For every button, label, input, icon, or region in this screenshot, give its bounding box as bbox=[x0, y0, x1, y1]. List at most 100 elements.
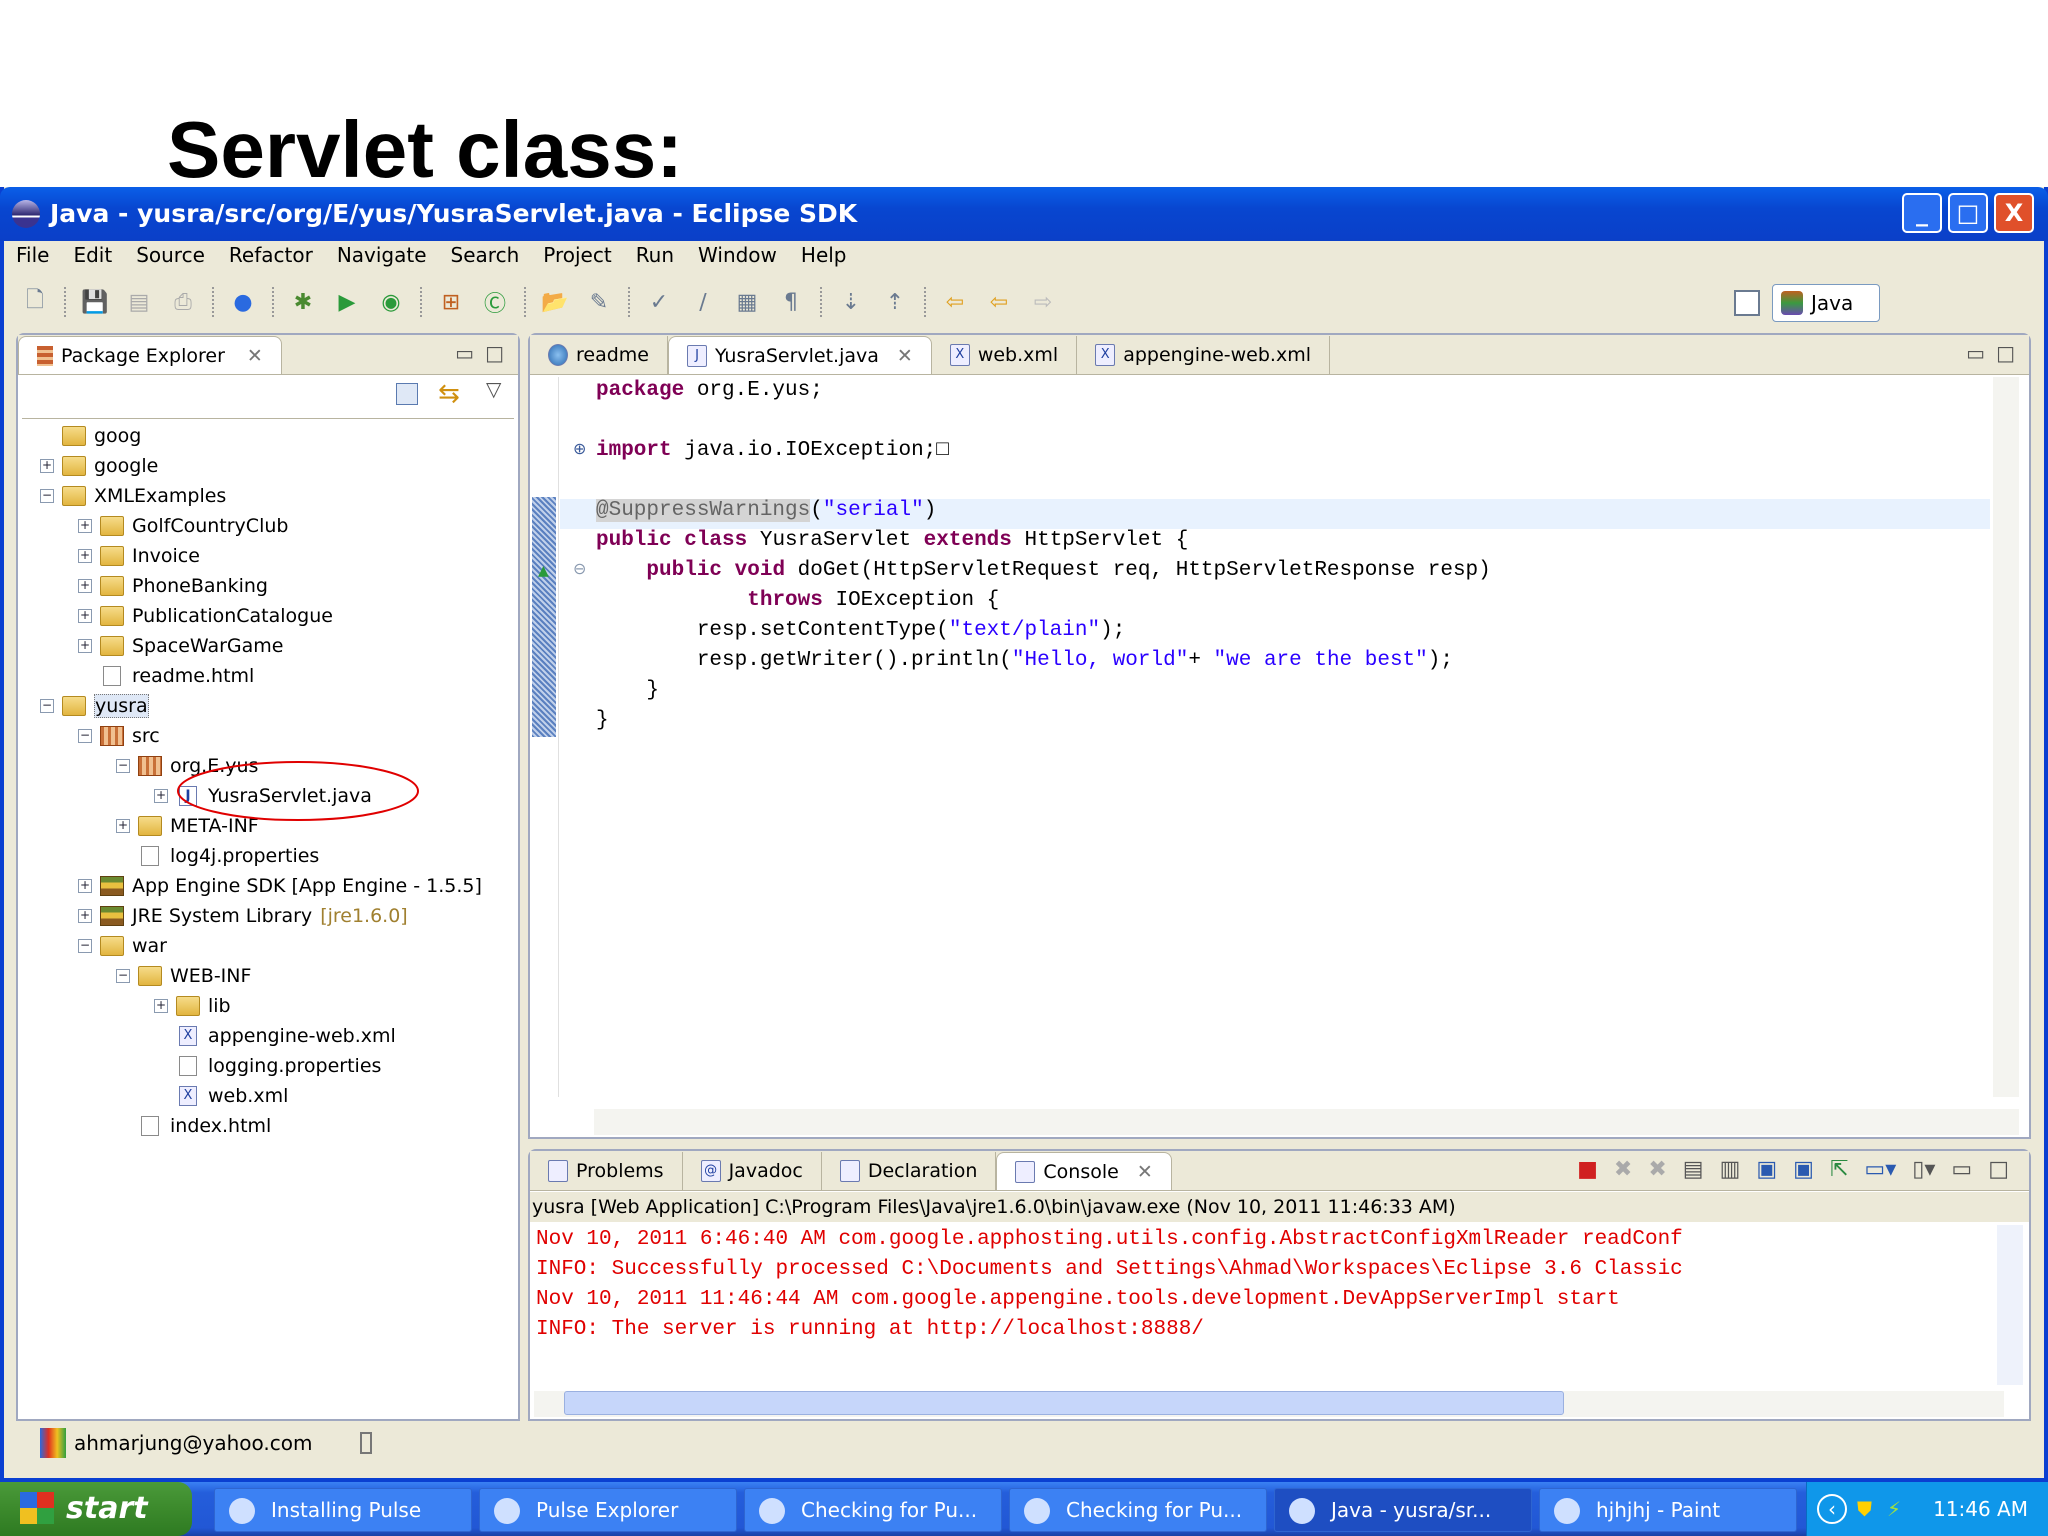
expand-icon[interactable]: + bbox=[116, 819, 130, 833]
tree-item[interactable]: + Invoice bbox=[78, 541, 200, 571]
menu-search[interactable]: Search bbox=[439, 241, 532, 271]
account-label[interactable]: ahmarjung@yahoo.com bbox=[74, 1431, 312, 1455]
search-icon[interactable]: ✎ bbox=[584, 287, 614, 317]
tab-javadoc[interactable]: @ Javadoc bbox=[683, 1152, 822, 1190]
collapse-icon[interactable]: − bbox=[78, 729, 92, 743]
expand-icon[interactable]: + bbox=[78, 909, 92, 923]
save-all-icon[interactable]: ▤ bbox=[124, 287, 154, 317]
maximize-button[interactable]: □ bbox=[1948, 193, 1988, 233]
collapse-fold-icon[interactable]: ⊖ bbox=[573, 559, 586, 578]
expand-icon[interactable]: + bbox=[78, 879, 92, 893]
tree-item[interactable]: + SpaceWarGame bbox=[78, 631, 284, 661]
console-horizontal-scrollbar[interactable] bbox=[534, 1391, 2004, 1417]
minimize-button[interactable]: _ bbox=[1902, 193, 1942, 233]
tree-item[interactable]: logging.properties bbox=[154, 1051, 381, 1081]
menu-project[interactable]: Project bbox=[531, 241, 623, 271]
scroll-lock-icon[interactable]: ▥ bbox=[1720, 1157, 1741, 1182]
editor-horizontal-scrollbar[interactable] bbox=[594, 1109, 2019, 1135]
next-annotation-icon[interactable]: ⇣ bbox=[836, 287, 866, 317]
clear-console-icon[interactable]: ▤ bbox=[1683, 1157, 1704, 1182]
minimize-editor-icon[interactable]: ▭ bbox=[1966, 341, 1985, 365]
open-console-icon[interactable]: ▯▾ bbox=[1912, 1157, 1935, 1182]
editor-vertical-scrollbar[interactable] bbox=[1993, 377, 2019, 1097]
network-icon[interactable]: ⚡ bbox=[1887, 1482, 1901, 1536]
tab-appengine-web-xml[interactable]: Xappengine-web.xml bbox=[1077, 336, 1330, 374]
show-on-error-icon[interactable]: ▣ bbox=[1793, 1157, 1814, 1182]
tree-item[interactable]: + GolfCountryClub bbox=[78, 511, 288, 541]
last-edit-icon[interactable]: ⇦ bbox=[940, 287, 970, 317]
expand-icon[interactable]: + bbox=[78, 639, 92, 653]
print-icon[interactable]: ⎙ bbox=[168, 287, 198, 317]
display-console-icon[interactable]: ▭▾ bbox=[1864, 1157, 1896, 1182]
tab-problems[interactable]: Problems bbox=[530, 1152, 683, 1190]
fast-view-icon[interactable] bbox=[360, 1432, 373, 1454]
menu-navigate[interactable]: Navigate bbox=[325, 241, 439, 271]
tree-item[interactable]: − yusra bbox=[40, 691, 149, 721]
menu-refactor[interactable]: Refactor bbox=[217, 241, 325, 271]
java-perspective-button[interactable]: Java bbox=[1772, 284, 1880, 322]
close-tab-icon[interactable]: ✕ bbox=[897, 345, 913, 367]
tree-item[interactable]: goog bbox=[40, 421, 141, 451]
back-icon[interactable]: ⇦ bbox=[984, 287, 1014, 317]
show-hidden-icons-button[interactable]: ‹ bbox=[1817, 1494, 1847, 1524]
menu-edit[interactable]: Edit bbox=[61, 241, 124, 271]
tab-yusraservlet-java[interactable]: J YusraServlet.java ✕ bbox=[668, 336, 932, 374]
tree-item[interactable]: readme.html bbox=[78, 661, 254, 691]
tree-item[interactable]: + App Engine SDK [App Engine - 1.5.5] bbox=[78, 871, 482, 901]
block-select-icon[interactable]: ▦ bbox=[732, 287, 762, 317]
tab-declaration[interactable]: Declaration bbox=[822, 1152, 997, 1190]
minimize-console-icon[interactable]: ▭ bbox=[1951, 1157, 1972, 1182]
maximize-console-icon[interactable]: □ bbox=[1988, 1157, 2009, 1182]
external-tools-icon[interactable]: ◉ bbox=[376, 287, 406, 317]
tree-item[interactable]: + J YusraServlet.java bbox=[154, 781, 372, 811]
tree-item[interactable]: + META-INF bbox=[116, 811, 259, 841]
collapse-icon[interactable]: − bbox=[40, 699, 54, 713]
run-icon[interactable]: ▶ bbox=[332, 287, 362, 317]
tree-item[interactable]: + JRE System Library [jre1.6.0] bbox=[78, 901, 408, 931]
new-wizard-icon[interactable]: 🗋 bbox=[20, 287, 50, 317]
taskbar-button[interactable]: Checking for Pu... bbox=[744, 1488, 1002, 1532]
tree-item[interactable]: − WEB-INF bbox=[116, 961, 251, 991]
tree-item[interactable]: + PhoneBanking bbox=[78, 571, 268, 601]
menu-help[interactable]: Help bbox=[789, 241, 859, 271]
tree-item[interactable]: − XMLExamples bbox=[40, 481, 226, 511]
collapse-icon[interactable]: − bbox=[116, 969, 130, 983]
tree-item[interactable]: + lib bbox=[154, 991, 231, 1021]
tree-item[interactable]: log4j.properties bbox=[116, 841, 319, 871]
menu-window[interactable]: Window bbox=[686, 241, 789, 271]
console-vertical-scrollbar[interactable] bbox=[1997, 1225, 2023, 1385]
taskbar-button[interactable]: Checking for Pu... bbox=[1009, 1488, 1267, 1532]
menu-source[interactable]: Source bbox=[124, 241, 217, 271]
open-perspective-icon[interactable] bbox=[1734, 290, 1760, 316]
expand-icon[interactable]: + bbox=[40, 459, 54, 473]
collapse-icon[interactable]: − bbox=[78, 939, 92, 953]
taskbar-button[interactable]: Installing Pulse bbox=[214, 1488, 472, 1532]
taskbar-button[interactable]: hjhjhj - Paint bbox=[1539, 1488, 1797, 1532]
toggle-mark-icon[interactable]: ✓ bbox=[644, 287, 674, 317]
pin-console-icon[interactable]: ⇱ bbox=[1830, 1157, 1848, 1182]
tree-item[interactable]: − org.E.yus bbox=[116, 751, 258, 781]
save-icon[interactable]: 💾 bbox=[80, 287, 110, 317]
tab-console[interactable]: Console ✕ bbox=[996, 1152, 1172, 1190]
new-class-icon[interactable]: Ⓒ bbox=[480, 287, 510, 317]
annotation-icon[interactable]: ∕ bbox=[688, 287, 718, 317]
collapse-icon[interactable]: − bbox=[40, 489, 54, 503]
expand-icon[interactable]: + bbox=[78, 519, 92, 533]
open-type-icon[interactable]: 📂 bbox=[540, 287, 570, 317]
debug-icon[interactable]: ✱ bbox=[288, 287, 318, 317]
taskbar-button[interactable]: Java - yusra/sr... bbox=[1274, 1488, 1532, 1532]
previous-annotation-icon[interactable]: ⇡ bbox=[880, 287, 910, 317]
google-icon[interactable]: ● bbox=[228, 287, 258, 317]
menu-run[interactable]: Run bbox=[624, 241, 686, 271]
close-tab-icon[interactable]: ✕ bbox=[1137, 1161, 1153, 1183]
new-package-icon[interactable]: ⊞ bbox=[436, 287, 466, 317]
remove-launch-icon[interactable]: ✖ bbox=[1614, 1157, 1632, 1182]
window-titlebar[interactable]: Java - yusra/src/org/E/yus/YusraServlet.… bbox=[0, 187, 2048, 241]
tree-item[interactable]: + google bbox=[40, 451, 158, 481]
show-whitespace-icon[interactable]: ¶ bbox=[776, 287, 806, 317]
scrollbar-thumb[interactable] bbox=[564, 1391, 1564, 1415]
tree-item[interactable]: + PublicationCatalogue bbox=[78, 601, 333, 631]
show-on-output-icon[interactable]: ▣ bbox=[1756, 1157, 1777, 1182]
forward-icon[interactable]: ⇨ bbox=[1028, 287, 1058, 317]
console-output[interactable]: Nov 10, 2011 6:46:40 AM com.google.appho… bbox=[536, 1225, 1996, 1345]
